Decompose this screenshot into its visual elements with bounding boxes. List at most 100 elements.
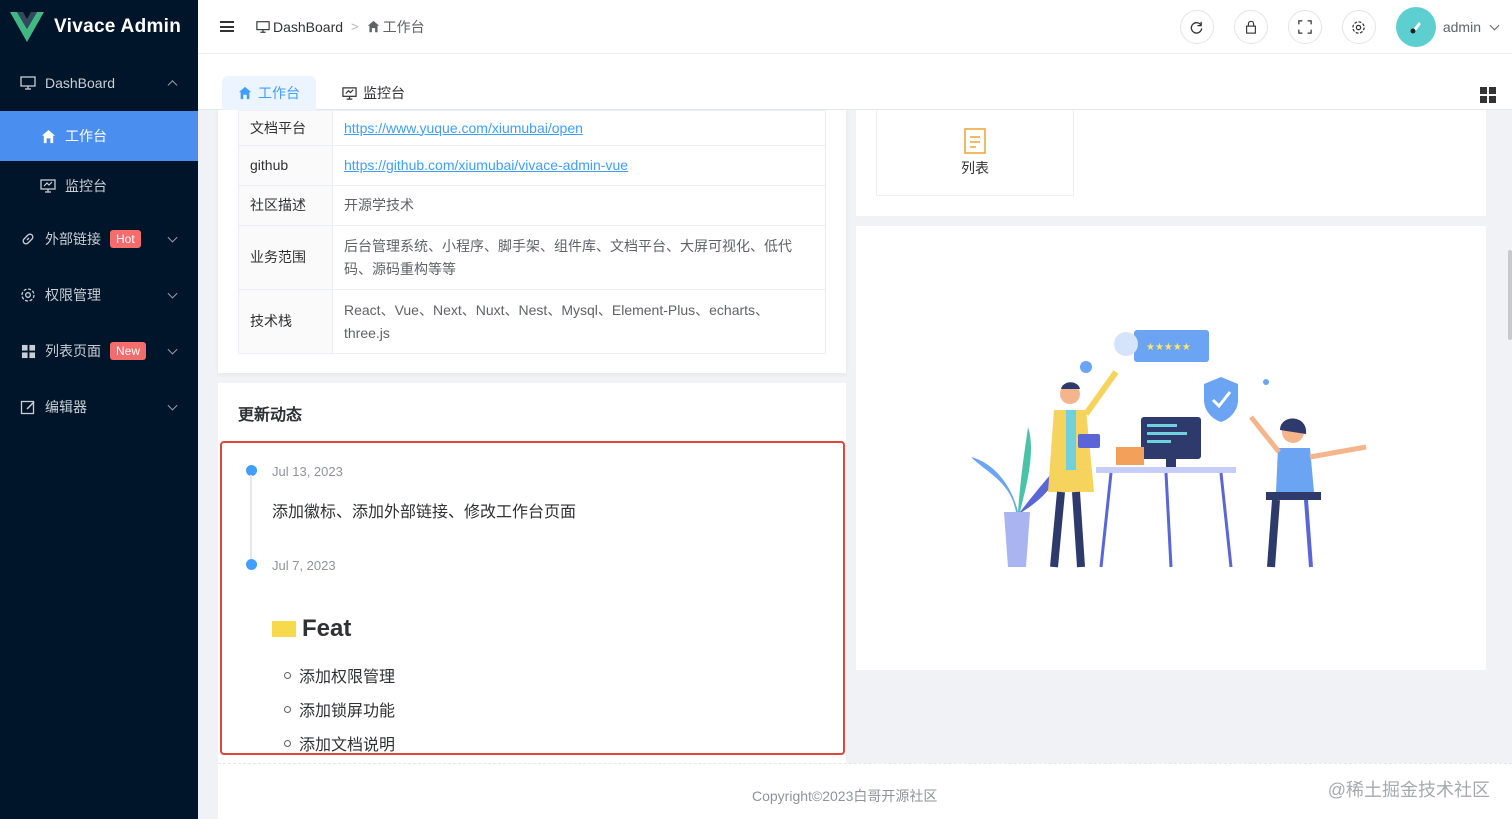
- tab-monitor[interactable]: 监控台: [326, 76, 421, 110]
- new-tag-icon: [272, 621, 296, 637]
- breadcrumb-item-dashboard[interactable]: DashBoard: [273, 19, 343, 35]
- new-badge: New: [110, 342, 147, 360]
- feat-label: Feat: [302, 615, 352, 642]
- edit-icon: [20, 399, 36, 415]
- svg-text:★★★★★: ★★★★★: [1146, 342, 1191, 353]
- link-icon: [20, 231, 36, 247]
- logo[interactable]: Vivace Admin: [0, 0, 198, 54]
- lock-button[interactable]: [1233, 10, 1268, 44]
- doc-link[interactable]: https://www.yuque.com/xiumubai/open: [344, 120, 583, 136]
- list-item: 添加锁屏功能: [284, 697, 395, 721]
- info-table: 文档平台 https://www.yuque.com/xiumubai/open…: [238, 110, 826, 354]
- news-timeline: Jul 13, 2023 添加徽标、添加外部链接、修改工作台页面 Jul 7, …: [220, 441, 845, 755]
- fullscreen-icon: [1298, 20, 1312, 34]
- copyright-text: Copyright©2023白哥开源社区: [752, 788, 938, 804]
- table-row: 社区描述 开源学技术: [238, 185, 826, 226]
- sidebar-item-label: 权限管理: [45, 287, 101, 303]
- tab-workbench[interactable]: 工作台: [222, 76, 316, 110]
- monitor-icon: [20, 75, 36, 91]
- sidebar-item-label: 工作台: [65, 128, 107, 144]
- table-row: 业务范围 后台管理系统、小程序、脚手架、组件库、文档平台、大屏可视化、低代码、源…: [238, 225, 826, 290]
- timeline-line: [250, 475, 252, 561]
- gear-icon: [20, 287, 36, 303]
- sidebar-item-label: DashBoard: [45, 75, 116, 91]
- table-row: github https://github.com/xiumubai/vivac…: [238, 145, 826, 186]
- timeline-dot: [246, 559, 257, 570]
- avatar-icon: [1410, 22, 1421, 34]
- illustration-card: ★★★★★: [856, 226, 1486, 670]
- sidebar-item-workbench[interactable]: 工作台: [0, 111, 198, 161]
- settings-button[interactable]: [1341, 10, 1376, 44]
- monitor-icon: [40, 178, 56, 194]
- footer: Copyright©2023白哥开源社区 @稀土掘金技术社区: [218, 763, 1512, 819]
- breadcrumb: DashBoard > 工作台: [256, 17, 425, 37]
- chevron-down-icon: [167, 344, 178, 355]
- list-item-text: 添加权限管理: [299, 669, 396, 686]
- sidebar-item-list-pages[interactable]: 列表页面 New: [0, 323, 198, 379]
- app-title: Vivace Admin: [54, 16, 182, 37]
- sidebar-item-monitor[interactable]: 监控台: [0, 161, 198, 211]
- top-header: DashBoard > 工作台 admin: [198, 0, 1512, 54]
- sidebar-item-dashboard[interactable]: DashBoard: [0, 55, 198, 111]
- document-list-icon: [964, 127, 986, 154]
- header-tools: admin: [1160, 0, 1500, 54]
- settings-icon: [1352, 20, 1366, 34]
- news-card: 更新动态 Jul 13, 2023 添加徽标、添加外部链接、修改工作台页面 Ju…: [218, 383, 846, 763]
- refresh-icon: [1191, 21, 1203, 34]
- row-value: https://www.yuque.com/xiumubai/open: [332, 110, 826, 146]
- quick-links-card: 列表: [856, 110, 1486, 216]
- sidebar: Vivace Admin DashBoard 工作台 监控台 外部链接 Hot …: [0, 0, 198, 819]
- info-card: 文档平台 https://www.yuque.com/xiumubai/open…: [218, 110, 846, 373]
- team-work-illustration: ★★★★★: [971, 330, 1367, 568]
- row-value: React、Vue、Next、Nuxt、Nest、Mysql、Element-P…: [332, 289, 826, 354]
- watermark: @稀土掘金技术社区: [1327, 780, 1490, 800]
- sidebar-item-label: 监控台: [65, 178, 107, 194]
- quick-item-label: 列表: [961, 159, 989, 176]
- timeline-text: 添加徽标、添加外部链接、修改工作台页面: [272, 504, 577, 521]
- timeline-date: Jul 13, 2023: [272, 464, 343, 479]
- row-label: 业务范围: [238, 225, 333, 290]
- menu-toggle-icon[interactable]: [220, 19, 234, 35]
- list-item: 添加权限管理: [284, 663, 395, 687]
- timeline-date: Jul 7, 2023: [272, 558, 336, 573]
- list-item-text: 添加锁屏功能: [299, 703, 396, 720]
- breadcrumb-separator-icon: >: [351, 19, 359, 34]
- sidebar-item-label: 编辑器: [45, 399, 87, 415]
- home-icon: [40, 128, 56, 144]
- monitor-icon: [256, 20, 270, 34]
- sidebar-item-external-links[interactable]: 外部链接 Hot: [0, 211, 198, 267]
- github-link[interactable]: https://github.com/xiumubai/vivace-admin…: [344, 157, 628, 173]
- chevron-down-icon: [167, 400, 178, 411]
- lock-icon: [1245, 20, 1256, 34]
- sidebar-item-label: 列表页面: [45, 343, 101, 359]
- refresh-button[interactable]: [1179, 10, 1214, 44]
- vue-logo-icon: [10, 12, 44, 42]
- list-item-text: 添加文档说明: [299, 737, 396, 754]
- fullscreen-button[interactable]: [1287, 10, 1322, 44]
- row-value: 后台管理系统、小程序、脚手架、组件库、文档平台、大屏可视化、低代码、源码重构等等: [332, 225, 826, 290]
- hot-badge: Hot: [110, 230, 141, 248]
- chevron-up-icon: [167, 80, 178, 91]
- tab-label: 监控台: [363, 85, 405, 101]
- breadcrumb-item-workbench: 工作台: [382, 18, 425, 35]
- avatar[interactable]: [1395, 7, 1436, 47]
- row-value: https://github.com/xiumubai/vivace-admin…: [332, 145, 826, 186]
- user-name[interactable]: admin: [1443, 19, 1481, 35]
- news-title: 更新动态: [238, 407, 303, 424]
- row-label: github: [238, 145, 333, 186]
- page-scrollbar[interactable]: [1508, 250, 1512, 340]
- quick-item-list[interactable]: 列表: [876, 110, 1074, 196]
- table-row: 文档平台 https://www.yuque.com/xiumubai/open: [238, 110, 826, 146]
- tabs-menu-grid-icon[interactable]: [1480, 87, 1496, 108]
- sidebar-item-permissions[interactable]: 权限管理: [0, 267, 198, 323]
- table-row: 技术栈 React、Vue、Next、Nuxt、Nest、Mysql、Eleme…: [238, 289, 826, 354]
- row-value: 开源学技术: [332, 185, 826, 226]
- chevron-down-icon[interactable]: [1489, 20, 1500, 30]
- sidebar-item-editor[interactable]: 编辑器: [0, 379, 198, 435]
- chevron-down-icon: [167, 288, 178, 299]
- monitor-icon: [342, 86, 357, 101]
- chevron-down-icon: [167, 232, 178, 243]
- home-icon: [238, 86, 252, 100]
- home-icon: [367, 20, 380, 33]
- row-label: 社区描述: [238, 185, 333, 226]
